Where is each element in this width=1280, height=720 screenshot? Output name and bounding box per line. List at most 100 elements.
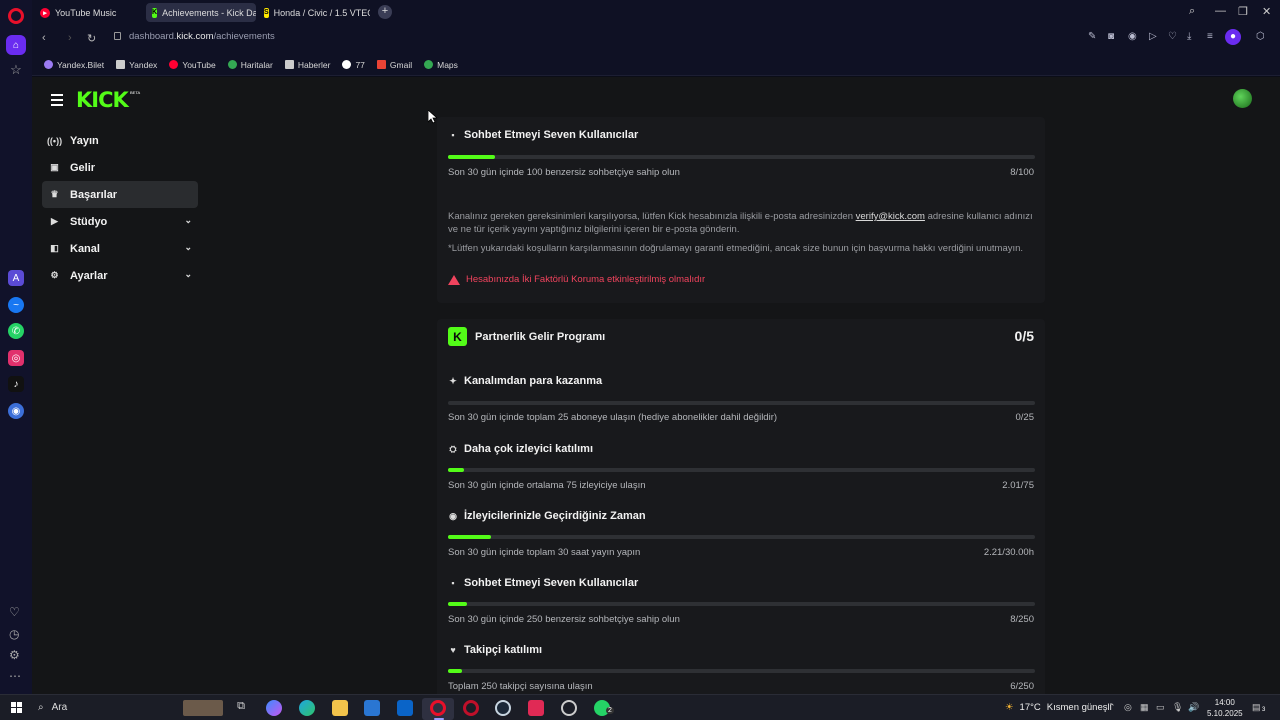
kick-logo[interactable]: KICK [76,88,129,112]
profile-icon[interactable]: ● [1225,29,1241,45]
sidebar-item-studyo[interactable]: ▶ Stüdyo ⌄ [42,208,198,235]
microphone-icon[interactable]: 🎙 [1172,702,1183,713]
close-button[interactable]: ✕ [1262,5,1271,18]
volume-icon[interactable]: 🔊 [1188,702,1199,713]
address-row: ‹ › ↻ dashboard.kick.com/achievements ✎ … [32,26,1280,54]
bookmark-maps[interactable]: Maps [424,60,458,70]
messenger-icon[interactable]: ~ [8,297,24,313]
windows-taskbar: ⌕ Ara ⧉ 2 ☀ 17°C Kısmen güneşli ⌃ ◎ ▦ ▭ 🎙 🔊… [0,694,1280,720]
bookmark-yandex-bilet[interactable]: Yandex.Bilet [44,60,104,70]
bookmark-gmail[interactable]: Gmail [376,60,412,70]
sidebar-item-gelir[interactable]: ▣ Gelir [42,154,198,181]
bookmark-label: Yandex [129,59,158,70]
tab-youtube-music[interactable]: ▸ YouTube Music [34,3,142,22]
back-button[interactable]: ‹ [42,32,46,44]
wallet-icon: ▣ [50,162,59,172]
play-icon[interactable]: ▷ [1149,31,1157,42]
weather-temp: 17°C [1019,702,1041,713]
outlook-icon[interactable] [397,700,413,716]
viewers-icon: ⛭ [449,443,457,454]
chevron-down-icon[interactable]: ⌄ [184,269,192,280]
heart-icon[interactable]: ♡ [1168,31,1177,42]
star-icon[interactable]: ☆ [8,62,24,78]
chevron-down-icon[interactable]: ⌄ [184,242,192,253]
avatar[interactable] [1233,89,1252,108]
google-icon [342,60,352,69]
weather-widget[interactable]: ☀ 17°C Kısmen güneşli [1005,702,1112,713]
bookmark-label: Yandex.Bilet [57,59,105,70]
bookmark-77[interactable]: 77 [342,59,365,70]
note-text: Kanalınız gereken gereksinimleri karşılı… [448,211,856,222]
edit-icon[interactable]: ✎ [1088,31,1096,42]
music-player-icon[interactable]: ◉ [8,403,24,419]
vpn-icon[interactable]: ◉ [1128,31,1137,42]
edge-icon[interactable] [299,700,315,716]
menu-icon[interactable]: ≡ [1207,31,1213,42]
task-view-icon[interactable]: ⧉ [233,700,249,716]
more-icon[interactable]: ⋯ [9,669,21,683]
copilot-icon[interactable] [266,700,282,716]
minimize-button[interactable]: — [1215,5,1226,17]
sidebar-item-ayarlar[interactable]: ⚙ Ayarlar ⌄ [42,262,198,289]
progress-fill [448,155,495,159]
search-highlight-image[interactable] [183,700,223,716]
clock[interactable]: 14:00 5.10.2025 [1207,697,1243,719]
tab-achievements[interactable]: K Achievements - Kick Dash [146,3,256,22]
disclaimer-text: *Lütfen yukarıdaki koşulların karşılanma… [448,243,1024,254]
aria-icon[interactable]: A [8,270,24,286]
windows-start-icon[interactable] [11,702,22,713]
tiktok-icon[interactable]: ♪ [8,376,24,392]
search-icon[interactable]: ⌕ [1189,5,1195,18]
chat-icon: ▪ [451,578,455,588]
opera-gx-icon[interactable] [463,700,479,716]
whatsapp-icon[interactable]: ✆ [8,323,24,339]
opera-sidebar: ⌂ ☆ A ~ ✆ ◎ ♪ ◉ ♡ ◷ ⚙ ⋯ [0,0,32,694]
heart-icon[interactable]: ♡ [9,605,20,619]
warning-text: Hesabınızda İki Faktörlü Koruma etkinleş… [466,274,706,285]
sidebar-nav: ((•)) Yayın ▣ Gelir ♛ Başarılar ▶ Stüdyo ⌄ ◧ K… [42,127,198,289]
display-icon[interactable]: ▭ [1156,702,1165,713]
beta-label: BETA [130,90,141,95]
taskbar-search[interactable]: ⌕ Ara [38,702,67,713]
restore-button[interactable]: ❐ [1238,5,1248,18]
steam-icon[interactable] [495,700,511,716]
settings-icon[interactable]: ⚙ [9,648,20,662]
bookmark-haritalar[interactable]: Haritalar [227,60,273,70]
sidebar-item-basarilar[interactable]: ♛ Başarılar [42,181,198,208]
maps-pin-icon [424,60,434,69]
extensions-icon[interactable]: ⬡ [1256,31,1265,42]
chevron-up-icon[interactable]: ⌃ [1108,702,1116,713]
new-tab-button[interactable]: + [378,5,392,19]
verify-email-link[interactable]: verify@kick.com [856,211,925,222]
opera-logo-icon[interactable] [8,8,24,24]
tray-app-icon[interactable]: ▦ [1140,702,1149,713]
valorant-icon[interactable] [528,700,544,716]
bookmark-youtube[interactable]: YouTube [169,60,216,70]
address-bar[interactable]: dashboard.kick.com/achievements [129,31,275,42]
chevron-down-icon[interactable]: ⌄ [184,215,192,226]
notifications-icon[interactable]: ▤ [1252,702,1261,713]
home-icon[interactable]: ⌂ [6,35,26,55]
bookmark-label: 77 [355,59,365,70]
achievement-title: ⛭ Daha çok izleyici katılımı [448,443,593,455]
forward-button[interactable]: › [68,32,72,44]
store-icon[interactable] [364,700,380,716]
instagram-icon[interactable]: ◎ [8,350,24,366]
sidebar-item-yayin[interactable]: ((•)) Yayın [42,127,198,154]
sidebar-item-kanal[interactable]: ◧ Kanal ⌄ [42,235,198,262]
tray-app-icon[interactable]: ◎ [1124,702,1132,713]
download-icon[interactable]: ⤓ [1187,31,1191,42]
history-icon[interactable]: ◷ [9,627,19,641]
reload-button[interactable]: ↻ [87,32,96,45]
bookmark-haberler[interactable]: Haberler [284,59,331,70]
bookmark-yandex[interactable]: Yandex [116,60,157,70]
camera-icon[interactable]: ◙ [1108,31,1114,42]
file-explorer-icon[interactable] [332,700,348,716]
tab-honda-civic[interactable]: S Honda / Civic / 1.5 VTEC / [258,3,370,22]
warning-icon [448,274,460,285]
gog-icon[interactable] [561,700,577,716]
bookmark-label: Haberler [297,59,331,70]
bookmark-icon [44,60,53,69]
verification-note: Kanalınız gereken gereksinimleri karşılı… [448,210,1038,236]
hamburger-menu-icon[interactable] [51,94,63,109]
